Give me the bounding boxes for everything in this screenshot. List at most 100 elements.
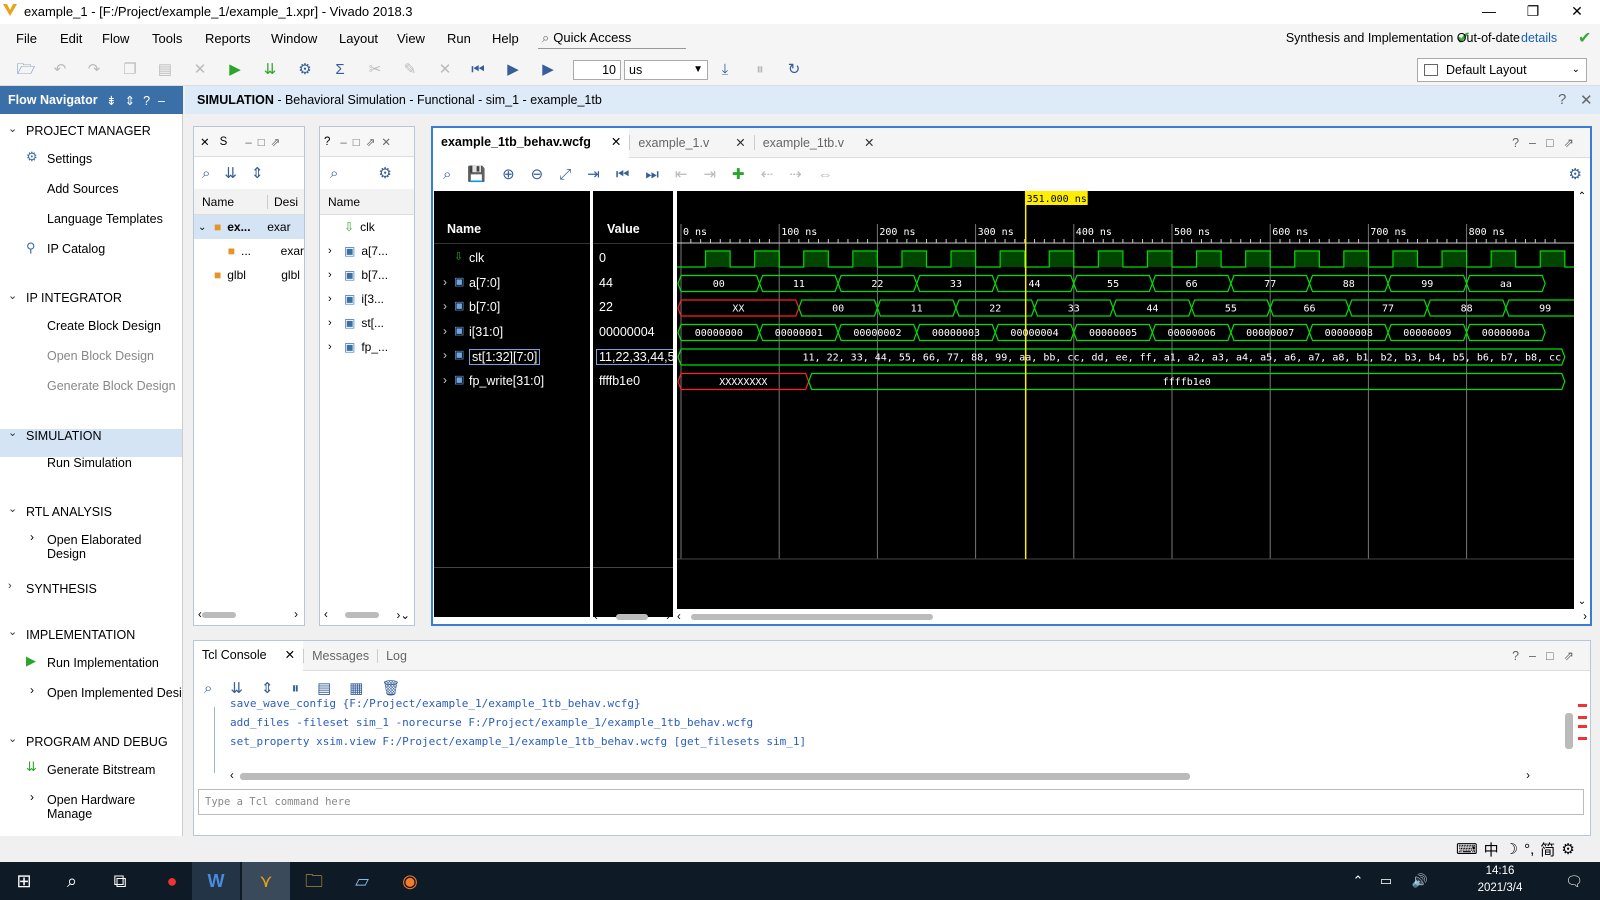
close-icon[interactable]: ✕: [611, 135, 621, 149]
goto-cursor-icon[interactable]: ⇥: [587, 165, 600, 183]
close-icon[interactable]: ✕: [200, 135, 210, 149]
value-header-label[interactable]: Value: [607, 222, 640, 236]
chevron-down-icon[interactable]: ⌄: [8, 625, 17, 638]
tcl-command-input[interactable]: Type a Tcl command here: [198, 789, 1584, 815]
console-hscrollbar[interactable]: ‹ ›: [230, 770, 1530, 782]
scope-tab[interactable]: S: [220, 136, 228, 148]
panel-controls-icon[interactable]: –□⇗✕: [340, 135, 397, 149]
section-implementation[interactable]: IMPLEMENTATION: [26, 628, 135, 642]
expand-icon[interactable]: ⇕: [251, 164, 264, 182]
close-button[interactable]: ✕: [1554, 0, 1600, 24]
chevron-down-icon[interactable]: ⌄: [194, 222, 208, 233]
nav-open-implemented-design[interactable]: Open Implemented Desi: [47, 686, 182, 700]
ime-mode[interactable]: 中: [1484, 839, 1499, 860]
nav-generate-block-design[interactable]: Generate Block Design: [47, 379, 176, 393]
delete-icon[interactable]: ✕: [190, 60, 210, 80]
notifications-icon[interactable]: 🗨: [1550, 862, 1598, 900]
objects-col-name[interactable]: Name: [328, 195, 360, 209]
chevron-right-icon[interactable]: ›: [320, 245, 342, 257]
copy-icon[interactable]: ❐: [120, 60, 140, 80]
menu-flow[interactable]: Flow: [102, 31, 129, 46]
punctuation-icon[interactable]: °,: [1524, 841, 1534, 858]
chevron-right-icon[interactable]: ›: [30, 790, 34, 804]
prev-marker-icon[interactable]: ⇠: [761, 165, 774, 183]
wave-scrollbar[interactable]: ‹ ›: [677, 611, 1587, 623]
clock-time[interactable]: 14:16: [1470, 865, 1530, 877]
nav-run-simulation[interactable]: Run Simulation: [47, 456, 132, 470]
clock-date[interactable]: 2021/3/4: [1470, 882, 1530, 894]
chevron-right-icon[interactable]: ›: [320, 293, 342, 305]
zoom-out-icon[interactable]: ⊖: [531, 165, 544, 183]
wave-signal-row[interactable]: › ▣ b[7:0]: [434, 297, 590, 319]
keyboard-icon[interactable]: ⌨: [1456, 840, 1478, 858]
generate-bitstream-icon[interactable]: ⇊: [260, 60, 280, 80]
collapse-all-icon[interactable]: ⇊: [224, 164, 237, 182]
object-row[interactable]: › ▣ b[7...: [320, 263, 414, 287]
menu-layout[interactable]: Layout: [339, 31, 378, 46]
menu-reports[interactable]: Reports: [205, 31, 251, 46]
task-view-icon[interactable]: ⧉: [96, 862, 144, 900]
menu-run[interactable]: Run: [447, 31, 471, 46]
details-link[interactable]: details: [1521, 31, 1557, 45]
zoom-fit-icon[interactable]: ⤢: [559, 166, 571, 183]
goto-end-icon[interactable]: ⏭: [645, 166, 659, 183]
settings-gear-icon[interactable]: ⚙: [1561, 840, 1574, 858]
relaunch-icon[interactable]: ↻: [784, 60, 804, 80]
scope-row[interactable]: ■ ... exar: [194, 239, 304, 263]
flow-navigator-controls-icon[interactable]: ⇟⇕?–: [106, 93, 173, 108]
restore-button[interactable]: ❐: [1510, 0, 1556, 24]
undo-icon[interactable]: ↶: [50, 60, 70, 80]
scroll-thumb[interactable]: [201, 612, 236, 618]
objects-tab[interactable]: ?: [324, 136, 330, 148]
nav-settings[interactable]: Settings: [47, 152, 92, 166]
run-for-icon[interactable]: ▶: [538, 60, 558, 80]
chevron-down-icon[interactable]: ⌄: [8, 732, 17, 745]
scope-col-desc[interactable]: Desi: [268, 195, 298, 209]
nav-ip-catalog[interactable]: IP Catalog: [47, 242, 105, 256]
ime-script[interactable]: 简: [1540, 839, 1555, 860]
nav-add-sources[interactable]: Add Sources: [47, 182, 119, 196]
scroll-thumb[interactable]: [1565, 713, 1573, 749]
nav-create-block-design[interactable]: Create Block Design: [47, 319, 161, 333]
tab-wcfg[interactable]: example_1tb_behav.wcfg ✕: [433, 127, 630, 158]
restart-sim-icon[interactable]: ⏮: [468, 60, 488, 80]
chevron-down-icon[interactable]: ⌄: [8, 289, 17, 302]
ime-bar[interactable]: ⌨ 中 ☽ °, 简 ⚙: [1456, 838, 1575, 860]
chevron-down-icon[interactable]: ⌄: [8, 426, 17, 439]
tab-log[interactable]: Log: [377, 648, 415, 663]
copy-icon[interactable]: ▤: [317, 679, 331, 697]
folder-icon[interactable]: 🗀: [290, 862, 338, 900]
close-icon[interactable]: ✕: [735, 136, 745, 150]
chevron-right-icon[interactable]: ›: [8, 580, 12, 592]
settings-gear-icon[interactable]: ⚙: [378, 164, 391, 182]
firefox-icon[interactable]: ◉: [386, 862, 434, 900]
search-icon[interactable]: ⌕: [443, 166, 451, 183]
trash-icon[interactable]: 🗑: [381, 679, 400, 697]
edit-icon[interactable]: ✎: [400, 60, 420, 80]
minimize-button[interactable]: —: [1466, 0, 1512, 24]
sigma-icon[interactable]: Σ: [330, 60, 350, 80]
paste-icon[interactable]: ▤: [155, 60, 175, 80]
section-simulation[interactable]: SIMULATION: [26, 429, 101, 443]
chevron-right-icon[interactable]: ›: [30, 683, 34, 697]
step-icon[interactable]: ⤓: [715, 60, 735, 80]
menu-tools[interactable]: Tools: [152, 31, 182, 46]
menu-file[interactable]: File: [16, 31, 37, 46]
tab-example-1tb-v[interactable]: example_1tb.v ✕: [753, 135, 883, 150]
nav-run-implementation[interactable]: Run Implementation: [47, 656, 159, 670]
notes-icon[interactable]: ▱: [338, 862, 386, 900]
panel-controls-icon[interactable]: ?–□⇗: [1512, 135, 1590, 150]
chevron-right-icon[interactable]: ›: [443, 373, 447, 387]
object-row[interactable]: › ▣ a[7...: [320, 239, 414, 263]
run-icon[interactable]: ▶: [225, 60, 245, 80]
app-icon[interactable]: ●: [148, 862, 196, 900]
chevron-right-icon[interactable]: ›: [443, 348, 447, 362]
horizontal-scrollbar[interactable]: ‹ ›⌄: [324, 609, 410, 622]
goto-start-icon[interactable]: ⏮: [616, 166, 630, 183]
start-windows-icon[interactable]: ⊞: [0, 862, 48, 900]
settings-gear-icon[interactable]: ⚙: [295, 60, 315, 80]
wave-signal-row[interactable]: › ▣ st[1:32][7:0]: [434, 346, 590, 368]
layout-select[interactable]: Default Layout ⌄: [1417, 58, 1587, 82]
open-project-icon[interactable]: 🗁: [16, 60, 36, 80]
prev-transition-icon[interactable]: ⇤: [675, 165, 688, 183]
